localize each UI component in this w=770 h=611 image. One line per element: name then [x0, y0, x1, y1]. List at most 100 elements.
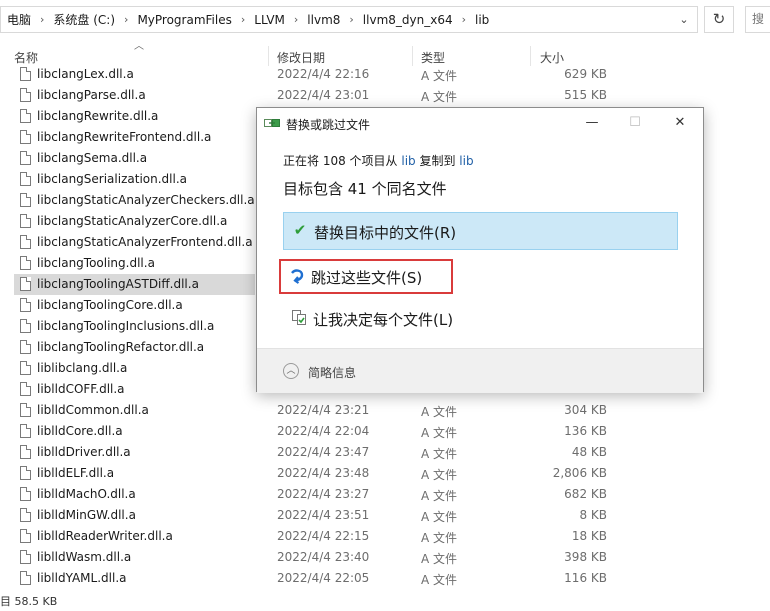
- file-size: 48 KB: [571, 445, 607, 459]
- file-row[interactable]: liblldCore.dll.a 2022/4/4 22:04 A 文件 136 KB: [0, 421, 770, 442]
- file-date: 2022/4/4 22:15: [277, 529, 370, 543]
- breadcrumb-myprogramfiles[interactable]: MyProgramFiles: [131, 13, 237, 27]
- compare-files-icon: [292, 310, 306, 325]
- file-date: 2022/4/4 23:01: [277, 88, 370, 102]
- file-row[interactable]: liblldYAML.dll.a 2022/4/4 22:05 A 文件 116 KB: [0, 568, 770, 589]
- address-history-dropdown-icon[interactable]: ⌄: [675, 11, 693, 29]
- minimize-button[interactable]: —: [580, 112, 604, 134]
- breadcrumb-llvm8-dyn-x64[interactable]: llvm8_dyn_x64: [357, 13, 459, 27]
- status-bar-text: 目 58.5 KB: [0, 595, 58, 608]
- file-row[interactable]: libclangLex.dll.a 2022/4/4 22:16 A 文件 629 K…: [0, 64, 770, 85]
- maximize-button[interactable]: ☐: [623, 112, 647, 134]
- replace-files-option[interactable]: ✔ 替换目标中的文件(R): [283, 212, 678, 250]
- file-name: libclangRewriteFrontend.dll.a: [37, 130, 212, 144]
- file-size: 116 KB: [564, 571, 607, 585]
- file-name: liblibclang.dll.a: [37, 361, 128, 375]
- breadcrumb-separator-icon[interactable]: ›: [346, 13, 356, 26]
- file-icon: [20, 550, 31, 564]
- copy-progress-text: 正在将 108 个项目从 lib 复制到 lib: [283, 152, 474, 169]
- file-copy-icon: [264, 119, 280, 127]
- file-icon: [20, 172, 31, 186]
- address-bar[interactable]: 电脑 › 系统盘 (C:) › MyProgramFiles › LLVM › …: [0, 6, 698, 33]
- file-date: 2022/4/4 23:51: [277, 508, 370, 522]
- copy-summary-mid: 复制到: [415, 154, 460, 168]
- file-icon: [20, 340, 31, 354]
- file-name: libclangToolingRefactor.dll.a: [37, 340, 205, 354]
- destination-folder-link[interactable]: lib: [459, 154, 473, 168]
- breadcrumb-drive[interactable]: 系统盘 (C:): [47, 11, 121, 28]
- file-size: 304 KB: [564, 403, 607, 417]
- file-size: 398 KB: [564, 550, 607, 564]
- file-date: 2022/4/4 23:48: [277, 466, 370, 480]
- file-name: libclangSema.dll.a: [37, 151, 148, 165]
- file-size: 682 KB: [564, 487, 607, 501]
- check-icon: ✔: [293, 221, 307, 239]
- file-row[interactable]: liblldELF.dll.a 2022/4/4 23:48 A 文件 2,806 K…: [0, 463, 770, 484]
- file-icon: [20, 403, 31, 417]
- file-icon: [20, 130, 31, 144]
- conflict-heading: 目标包含 41 个同名文件: [283, 180, 447, 198]
- breadcrumb-llvm[interactable]: LLVM: [248, 13, 291, 27]
- breadcrumb-llvm8[interactable]: llvm8: [301, 13, 346, 27]
- breadcrumb-separator-icon[interactable]: ›: [238, 13, 248, 26]
- file-icon: [20, 487, 31, 501]
- source-folder-link[interactable]: lib: [401, 154, 415, 168]
- file-row[interactable]: liblldWasm.dll.a 2022/4/4 23:40 A 文件 398 KB: [0, 547, 770, 568]
- column-divider[interactable]: [412, 46, 413, 66]
- file-size: 136 KB: [564, 424, 607, 438]
- skip-files-option[interactable]: 跳过这些文件(S): [279, 259, 453, 294]
- file-icon: [20, 88, 31, 102]
- breadcrumb-computer[interactable]: 电脑: [1, 11, 37, 28]
- file-row[interactable]: liblldCommon.dll.a 2022/4/4 23:21 A 文件 304 …: [0, 400, 770, 421]
- breadcrumb-lib[interactable]: lib: [469, 13, 495, 27]
- fewer-details-link[interactable]: 简略信息: [308, 364, 356, 381]
- file-type: A 文件: [421, 552, 458, 566]
- close-button[interactable]: ✕: [668, 112, 692, 134]
- file-name: liblldWasm.dll.a: [37, 550, 132, 564]
- file-name: liblldMinGW.dll.a: [37, 508, 136, 522]
- file-name: libclangToolingASTDiff.dll.a: [37, 277, 199, 291]
- file-row[interactable]: liblldMachO.dll.a 2022/4/4 23:27 A 文件 682 K…: [0, 484, 770, 505]
- file-name: liblldELF.dll.a: [37, 466, 115, 480]
- file-icon: [20, 214, 31, 228]
- file-name: libclangTooling.dll.a: [37, 256, 155, 270]
- file-type: A 文件: [421, 426, 458, 440]
- file-type: A 文件: [421, 405, 458, 419]
- file-name: libclangRewrite.dll.a: [37, 109, 159, 123]
- breadcrumb-separator-icon[interactable]: ›: [37, 13, 47, 26]
- refresh-button[interactable]: ↻: [704, 6, 734, 33]
- file-name: liblldReaderWriter.dll.a: [37, 529, 173, 543]
- file-row[interactable]: liblldDriver.dll.a 2022/4/4 23:47 A 文件 48 K…: [0, 442, 770, 463]
- file-size: 629 KB: [564, 67, 607, 81]
- file-date: 2022/4/4 22:16: [277, 67, 370, 81]
- file-date: 2022/4/4 22:05: [277, 571, 370, 585]
- dialog-titlebar[interactable]: 替换或跳过文件 — ☐ ✕: [257, 108, 703, 138]
- file-icon: [20, 466, 31, 480]
- file-row[interactable]: libclangParse.dll.a 2022/4/4 23:01 A 文件 515…: [0, 85, 770, 106]
- file-name: liblldCOFF.dll.a: [37, 382, 125, 396]
- breadcrumb-separator-icon[interactable]: ›: [459, 13, 469, 26]
- search-input[interactable]: 搜: [745, 6, 770, 33]
- file-size: 8 KB: [579, 508, 607, 522]
- file-row[interactable]: liblldReaderWriter.dll.a 2022/4/4 22:15 A …: [0, 526, 770, 547]
- file-type: A 文件: [421, 510, 458, 524]
- chevron-up-icon[interactable]: ︿: [283, 363, 299, 379]
- column-divider[interactable]: [530, 46, 531, 66]
- file-icon: [20, 361, 31, 375]
- decide-each-file-option[interactable]: 让我决定每个文件(L): [283, 300, 678, 338]
- file-icon: [20, 445, 31, 459]
- breadcrumb-separator-icon[interactable]: ›: [121, 13, 131, 26]
- file-type: A 文件: [421, 489, 458, 503]
- breadcrumb-separator-icon[interactable]: ›: [291, 13, 301, 26]
- file-name: libclangStaticAnalyzerCheckers.dll.a: [37, 193, 255, 207]
- file-icon: [20, 571, 31, 585]
- replace-files-label: 替换目标中的文件(R): [314, 224, 457, 242]
- file-row[interactable]: liblldMinGW.dll.a 2022/4/4 23:51 A 文件 8 KB: [0, 505, 770, 526]
- column-divider[interactable]: [268, 46, 269, 66]
- file-name: liblldCommon.dll.a: [37, 403, 149, 417]
- close-icon: ✕: [674, 115, 686, 130]
- file-name: libclangToolingInclusions.dll.a: [37, 319, 215, 333]
- copy-summary: 正在将 108 个项目从: [283, 154, 402, 168]
- file-name: liblldDriver.dll.a: [37, 445, 131, 459]
- file-name: libclangParse.dll.a: [37, 88, 146, 102]
